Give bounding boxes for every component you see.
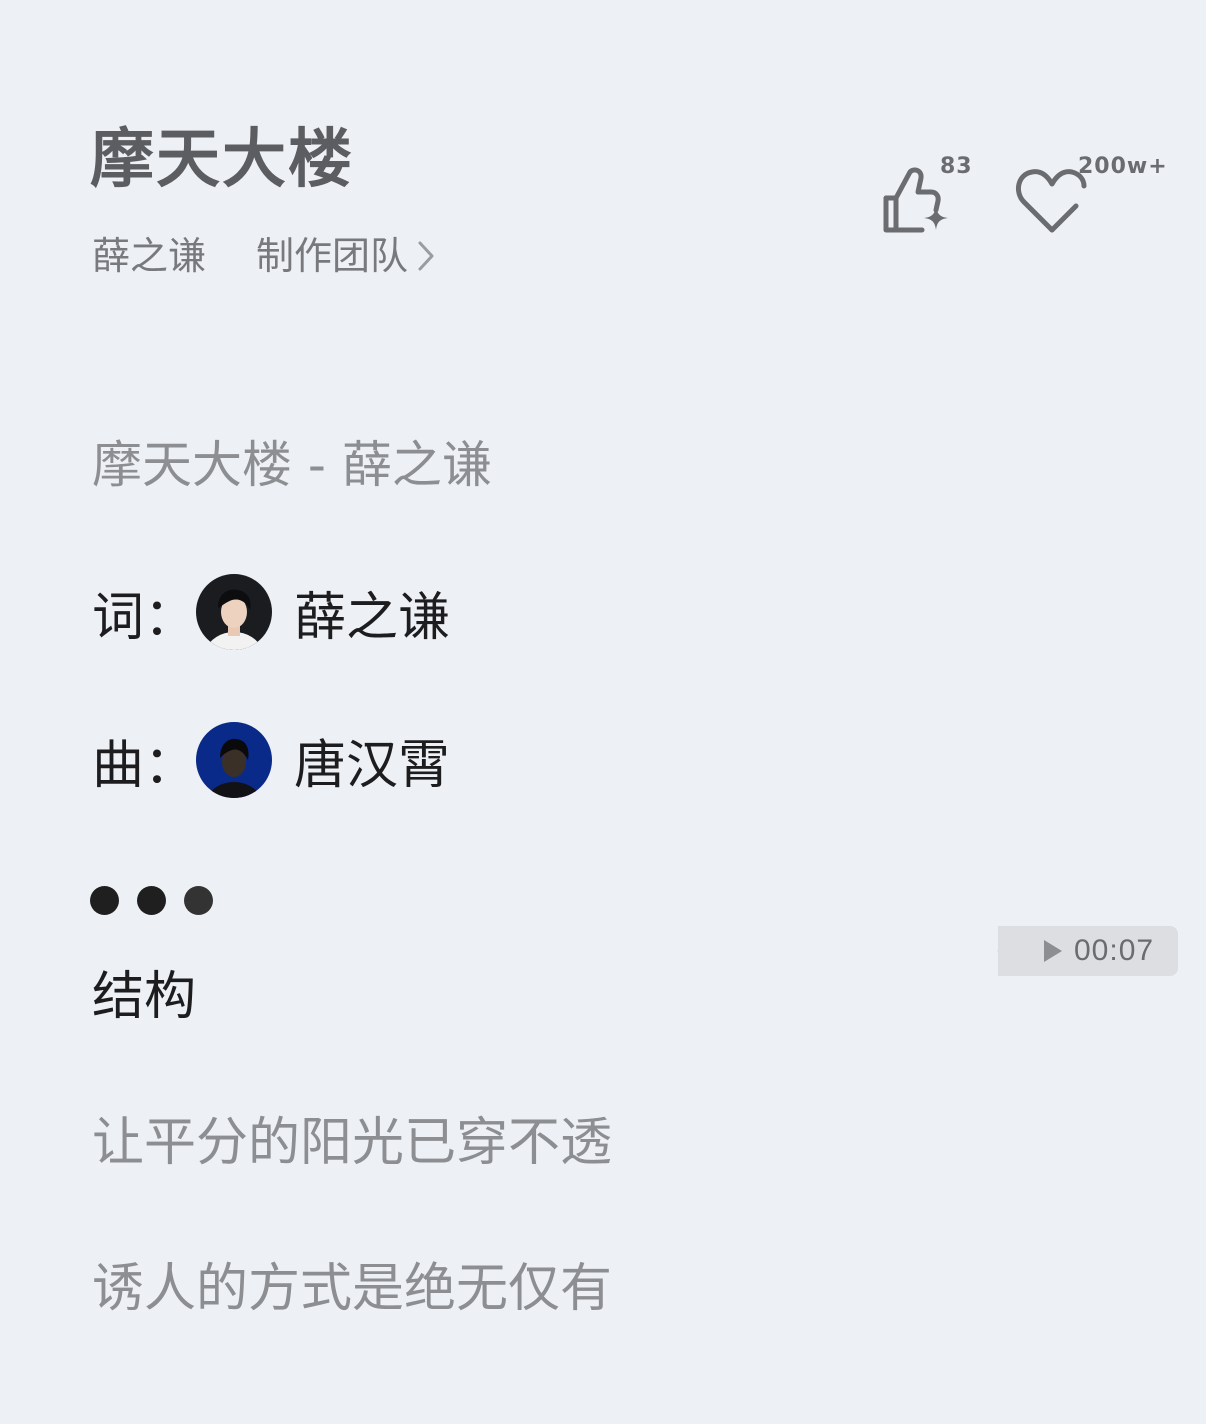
like-count: 83 — [940, 154, 973, 179]
loading-dots — [90, 886, 213, 915]
chevron-right-icon — [418, 241, 434, 271]
lyricist-avatar[interactable] — [196, 574, 272, 650]
audio-duration: 00:07 — [1074, 934, 1155, 967]
lyricist-name[interactable]: 薛之谦 — [294, 575, 450, 650]
composer-credit: 曲： 唐汉霄 — [92, 720, 450, 800]
play-icon — [1044, 940, 1062, 962]
production-team-label: 制作团队 — [256, 234, 409, 278]
lyricist-credit: 词： 薛之谦 — [92, 572, 450, 652]
composer-name[interactable]: 唐汉霄 — [294, 723, 450, 798]
production-team-link[interactable]: 制作团队 — [256, 230, 436, 282]
song-title: 摩天大楼 — [90, 123, 354, 197]
composer-label: 曲： — [92, 735, 197, 796]
favorite-count: 200w+ — [1078, 154, 1168, 179]
dot — [137, 886, 166, 915]
section-label: 结构 — [92, 967, 197, 1027]
lyricist-label: 词： — [92, 587, 197, 648]
lyric-line: 诱人的方式是绝无仅有 — [92, 1259, 613, 1319]
artist-name[interactable]: 薛之谦 — [92, 230, 206, 282]
lyric-line: 让平分的阳光已穿不透 — [92, 1113, 613, 1173]
dot — [90, 886, 119, 915]
lyrics-heading: 摩天大楼 - 薛之谦 — [92, 436, 492, 494]
dot — [184, 886, 213, 915]
audio-preview-button[interactable]: 00:07 — [998, 926, 1178, 976]
composer-avatar[interactable] — [196, 722, 272, 798]
